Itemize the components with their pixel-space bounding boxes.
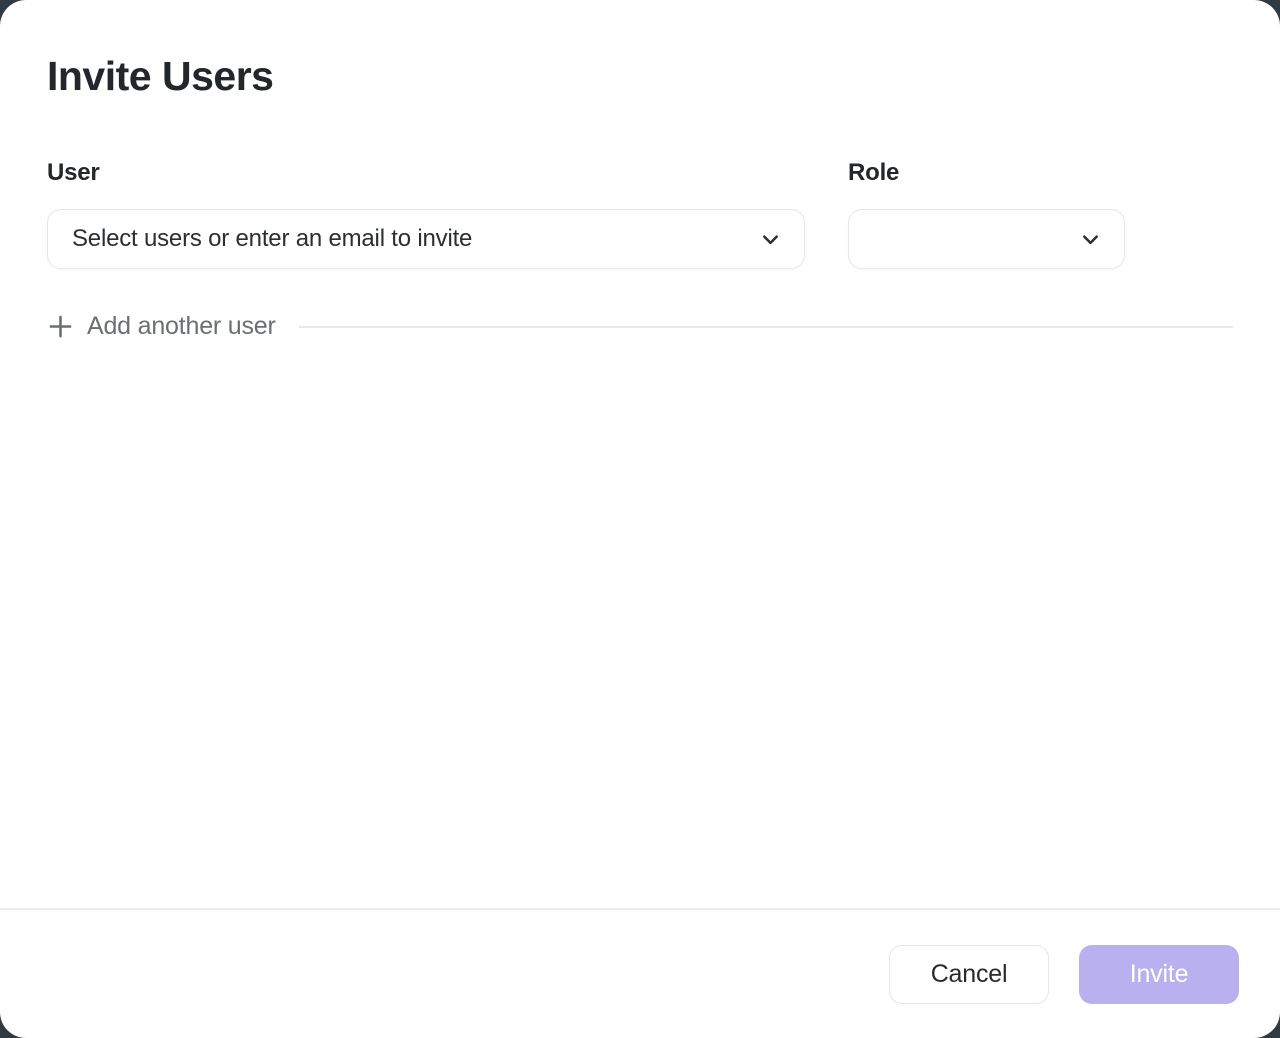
user-field-label: User	[47, 159, 805, 187]
dialog-body-spacer	[47, 341, 1233, 908]
invite-button[interactable]: Invite	[1079, 945, 1239, 1004]
invite-form-row: User Select users or enter an email to i…	[47, 159, 1233, 269]
add-another-user-row: Add another user	[47, 312, 1233, 341]
role-field-group: Role	[848, 159, 1125, 269]
plus-icon	[47, 313, 74, 340]
chevron-down-icon	[1079, 228, 1102, 251]
add-row-divider	[299, 326, 1233, 328]
add-another-user-button[interactable]: Add another user	[47, 312, 276, 341]
invite-users-dialog: Invite Users User Select users or enter …	[0, 0, 1280, 1038]
role-select[interactable]	[848, 209, 1125, 269]
user-select-placeholder: Select users or enter an email to invite	[72, 225, 759, 253]
user-field-group: User Select users or enter an email to i…	[47, 159, 805, 269]
chevron-down-icon	[759, 228, 782, 251]
add-another-user-label: Add another user	[87, 312, 276, 341]
user-select[interactable]: Select users or enter an email to invite	[47, 209, 805, 269]
role-field-label: Role	[848, 159, 1125, 187]
cancel-button[interactable]: Cancel	[889, 945, 1049, 1004]
dialog-content: Invite Users User Select users or enter …	[0, 0, 1280, 908]
dialog-footer: Cancel Invite	[0, 908, 1280, 1038]
dialog-title: Invite Users	[47, 52, 1233, 101]
